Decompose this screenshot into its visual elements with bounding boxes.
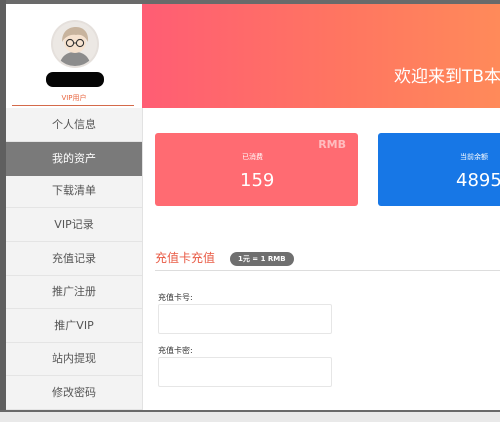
spent-unit: RMB (318, 138, 346, 151)
profile-card: VIP用户 (6, 4, 142, 108)
sidebar-item-profile[interactable]: 个人信息 (6, 108, 142, 142)
redacted-username (46, 72, 104, 87)
sidebar-item-change-password[interactable]: 修改密码 (6, 376, 142, 410)
sidebar-item-downloads[interactable]: 下载清单 (6, 174, 142, 208)
vip-level-label: VIP用户 (61, 94, 87, 102)
sidebar-item-withdraw[interactable]: 站内提现 (6, 342, 142, 376)
welcome-text: 欢迎来到TB本 (394, 67, 500, 87)
spent-value: 159 (240, 170, 275, 191)
sidebar-item-promote-register[interactable]: 推广注册 (6, 275, 142, 309)
spent-label: 已消费 (242, 153, 263, 161)
sidebar-item-vip-records[interactable]: VIP记录 (6, 208, 142, 242)
balance-value: 4895 (456, 170, 500, 191)
window-frame-bottom (0, 412, 500, 422)
avatar[interactable] (53, 22, 97, 66)
recharge-section-title: 充值卡充值 (155, 251, 216, 265)
balance-card: 当前余额 4895 (378, 133, 500, 206)
card-number-input[interactable] (158, 304, 332, 334)
sidebar: VIP用户 个人信息 我的资产 下载清单 VIP记录 充值记录 推广注册 推广V… (6, 4, 143, 410)
profile-divider (12, 105, 134, 106)
sidebar-item-my-assets[interactable]: 我的资产 (6, 142, 142, 176)
card-number-label: 充值卡号: (158, 293, 193, 302)
avatar-illustration-icon (53, 22, 97, 66)
balance-label: 当前余额 (460, 153, 488, 161)
welcome-banner: 欢迎来到TB本 (142, 4, 500, 108)
exchange-rate-badge: 1元 = 1 RMB (230, 252, 294, 266)
section-divider (155, 270, 500, 271)
card-password-label: 充值卡密: (158, 346, 193, 355)
spent-card: RMB 已消费 159 (155, 133, 358, 206)
sidebar-item-promote-vip[interactable]: 推广VIP (6, 309, 142, 343)
sidebar-item-recharge-records[interactable]: 充值记录 (6, 242, 142, 276)
card-password-input[interactable] (158, 357, 332, 387)
